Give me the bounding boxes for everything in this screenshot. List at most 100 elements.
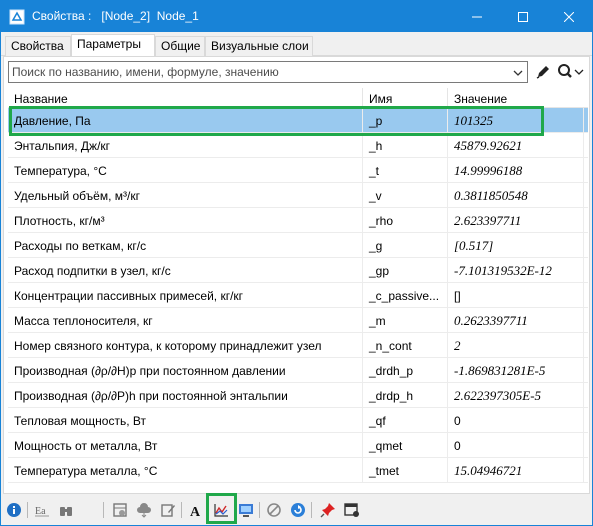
param-value[interactable]: 14.99996188: [448, 158, 584, 182]
edit-icon: [161, 504, 175, 517]
chart-button[interactable]: [210, 500, 232, 520]
param-value[interactable]: -1.869831281E-5: [448, 358, 584, 382]
column-header-var[interactable]: Имя: [363, 88, 448, 108]
param-var: _t: [363, 158, 448, 182]
maximize-button[interactable]: [500, 1, 546, 32]
table-row[interactable]: Плотность, кг/м³ _rho 2.623397711: [8, 208, 588, 233]
param-name: Масса теплоносителя, кг: [8, 308, 363, 332]
svg-text:A: A: [190, 505, 201, 518]
table-row[interactable]: Расходы по веткам, кг/с _g [0.517]: [8, 233, 588, 258]
param-value[interactable]: 0.3811850548: [448, 183, 584, 207]
sort-alpha-button[interactable]: Ea: [33, 500, 51, 520]
minimize-icon: [472, 16, 482, 17]
param-value[interactable]: 2.622397305E-5: [448, 383, 584, 407]
table-row[interactable]: Производная (∂ρ/∂P)h при постоянной энта…: [8, 383, 588, 408]
tab-parametry[interactable]: Параметры: [71, 34, 155, 56]
parameters-panel: Название Имя Значение Давление, Па _p 10…: [3, 56, 590, 494]
app-icon: [9, 9, 25, 25]
param-var: _qf: [363, 408, 448, 432]
param-name: Энтальпия, Дж/кг: [8, 133, 363, 157]
monitor-button[interactable]: [237, 500, 255, 520]
search-input[interactable]: [12, 64, 506, 80]
close-button[interactable]: [546, 1, 592, 32]
table-row[interactable]: Мощность от металла, Вт _qmet 0: [8, 433, 588, 458]
table-row[interactable]: Номер связного контура, к которому прина…: [8, 333, 588, 358]
table-row[interactable]: Температура, °С _t 14.99996188: [8, 158, 588, 183]
window-settings-button[interactable]: [343, 500, 361, 520]
param-name: Мощность от металла, Вт: [8, 433, 363, 457]
param-value[interactable]: []: [448, 283, 584, 307]
param-var: _gp: [363, 258, 448, 282]
pencil-icon[interactable]: [534, 63, 552, 81]
param-value[interactable]: [0.517]: [448, 233, 584, 257]
table-row[interactable]: Давление, Па _p 101325: [8, 108, 588, 133]
param-value[interactable]: 0.2623397711: [448, 308, 584, 332]
param-var: _drdh_p: [363, 358, 448, 382]
param-name: Тепловая мощность, Вт: [8, 408, 363, 432]
table-row[interactable]: Концентрации пассивных примесей, кг/кг _…: [8, 283, 588, 308]
param-value[interactable]: 2.623397711: [448, 208, 584, 232]
param-var: _p: [363, 108, 448, 132]
title-bar[interactable]: Свойства : [Node_2] Node_1: [1, 1, 592, 32]
param-var: _m: [363, 308, 448, 332]
cloud-sync-button[interactable]: [135, 500, 153, 520]
table-row[interactable]: Температура металла, °С _tmet 15.0494672…: [8, 458, 588, 483]
param-var: _tmet: [363, 458, 448, 482]
column-header-name[interactable]: Название: [8, 88, 363, 108]
param-value[interactable]: 0: [448, 408, 584, 432]
search-row: [8, 61, 584, 83]
param-value[interactable]: 101325: [448, 108, 584, 132]
binoculars-icon: [60, 507, 72, 516]
column-header-value[interactable]: Значение: [448, 88, 588, 108]
info-button[interactable]: [5, 500, 23, 520]
table-header: Название Имя Значение: [8, 88, 588, 108]
refresh-button[interactable]: [289, 500, 307, 520]
tab-obshchie[interactable]: Общие: [155, 36, 205, 56]
text-font-button[interactable]: A: [187, 500, 205, 520]
table-row[interactable]: Расход подпитки в узел, кг/с _gp -7.1013…: [8, 258, 588, 283]
table-row[interactable]: Удельный объём, м³/кг _v 0.3811850548: [8, 183, 588, 208]
param-var: _c_passive...: [363, 283, 448, 307]
param-name: Производная (∂ρ/∂P)h при постоянной энта…: [8, 383, 363, 407]
param-value[interactable]: 45879.92621: [448, 133, 584, 157]
table-row[interactable]: Энтальпия, Дж/кг _h 45879.92621: [8, 133, 588, 158]
chevron-down-icon[interactable]: [512, 67, 524, 79]
param-name: Производная (∂ρ/∂H)p при постоянном давл…: [8, 358, 363, 382]
param-var: _h: [363, 133, 448, 157]
edit-button[interactable]: [159, 500, 177, 520]
param-value[interactable]: 2: [448, 333, 584, 357]
table-copy-icon: [113, 503, 127, 517]
binoculars-button[interactable]: [57, 500, 75, 520]
svg-text:Ea: Ea: [35, 506, 46, 517]
tab-svoistva[interactable]: Свойства: [5, 36, 71, 56]
param-value[interactable]: -7.101319532E-12: [448, 258, 584, 282]
table-row[interactable]: Производная (∂ρ/∂H)p при постоянном давл…: [8, 358, 588, 383]
param-name: Расходы по веткам, кг/с: [8, 233, 363, 257]
param-var: _qmet: [363, 433, 448, 457]
search-icon[interactable]: [556, 63, 584, 81]
param-var: _rho: [363, 208, 448, 232]
blank-icon: [82, 502, 98, 518]
pin-button[interactable]: [319, 500, 337, 520]
param-value[interactable]: 0: [448, 433, 584, 457]
tab-vizualnye-sloi[interactable]: Визуальные слои: [205, 36, 313, 56]
tab-strip: Свойства Параметры Общие Визуальные слои: [1, 32, 592, 56]
param-name: Температура, °С: [8, 158, 363, 182]
param-var: _drdp_h: [363, 383, 448, 407]
parameters-table: Название Имя Значение Давление, Па _p 10…: [8, 88, 588, 491]
search-combobox[interactable]: [8, 61, 528, 83]
table-row[interactable]: Масса теплоносителя, кг _m 0.2623397711: [8, 308, 588, 333]
monitor-icon: [239, 504, 253, 517]
refresh-icon: [291, 503, 305, 517]
param-var: _n_cont: [363, 333, 448, 357]
param-var: _v: [363, 183, 448, 207]
window-settings-icon: [344, 503, 359, 517]
table-row[interactable]: Тепловая мощность, Вт _qf 0: [8, 408, 588, 433]
param-name: Удельный объём, м³/кг: [8, 183, 363, 207]
disable-button[interactable]: [265, 500, 283, 520]
minimize-button[interactable]: [454, 1, 500, 32]
text-font-icon: A: [190, 505, 201, 518]
table-copy-button[interactable]: [111, 500, 129, 520]
disable-icon: [267, 503, 281, 517]
param-value[interactable]: 15.04946721: [448, 458, 584, 482]
